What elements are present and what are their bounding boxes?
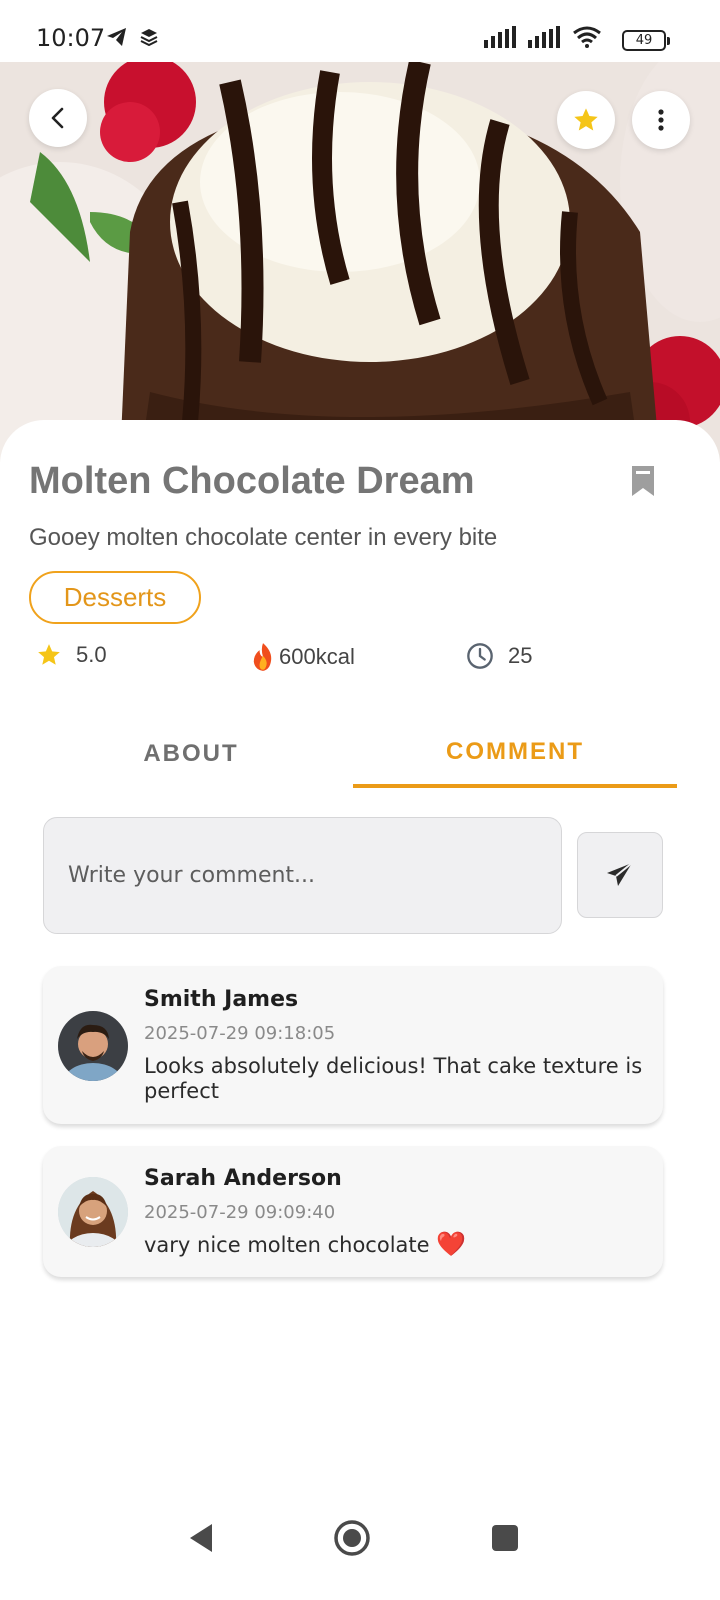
category-chip[interactable]: Desserts	[29, 571, 201, 624]
nav-back-icon	[190, 1524, 212, 1552]
comment-input-container	[43, 817, 562, 934]
tab-comment[interactable]: COMMENT	[353, 720, 677, 788]
time-value: 25	[508, 643, 533, 668]
recipe-title: Molten Chocolate Dream	[29, 460, 475, 502]
status-right-icons	[484, 26, 602, 48]
calories-value: 600kcal	[279, 644, 355, 669]
heart-emoji: ❤️	[436, 1230, 467, 1258]
system-nav-bar	[0, 1490, 720, 1600]
calories-stat: 600kcal	[249, 642, 355, 672]
bookmark-icon	[632, 466, 654, 496]
status-left-icons	[106, 27, 158, 47]
more-vert-icon	[658, 109, 664, 131]
comment-author: Sarah Anderson	[144, 1166, 342, 1191]
status-time: 10:07	[36, 24, 106, 52]
battery-icon: 49	[622, 30, 670, 51]
clock-icon	[467, 643, 493, 669]
send-icon	[607, 862, 633, 886]
fire-icon	[253, 643, 272, 671]
nav-home-icon	[334, 1520, 370, 1556]
send-comment-button[interactable]	[577, 832, 663, 918]
comment-input[interactable]	[68, 863, 537, 888]
star-icon	[574, 108, 598, 131]
telegram-icon	[107, 28, 126, 46]
comment-timestamp: 2025-07-29 09:09:40	[144, 1202, 336, 1223]
signal-icon	[484, 26, 516, 48]
rating-stat: 5.0	[36, 642, 107, 668]
nav-home-button[interactable]	[322, 1508, 382, 1568]
favorite-button[interactable]	[557, 91, 615, 149]
comment-text: Looks absolutely delicious! That cake te…	[144, 1054, 643, 1103]
recipe-sheet: Molten Chocolate Dream Gooey molten choc…	[0, 420, 720, 1600]
layers-icon	[140, 29, 158, 46]
comment-timestamp: 2025-07-29 09:18:05	[144, 1023, 336, 1044]
back-icon	[51, 107, 64, 129]
comment-text-body: vary nice molten chocolate	[144, 1233, 430, 1257]
avatar	[58, 1177, 128, 1247]
more-options-button[interactable]	[632, 91, 690, 149]
wifi-icon	[573, 26, 601, 48]
tab-about[interactable]: ABOUT	[29, 720, 353, 788]
signal-icon	[528, 26, 560, 48]
avatar-image	[58, 1177, 128, 1247]
nav-back-button[interactable]	[171, 1508, 231, 1568]
time-stat: 25	[466, 642, 532, 670]
rating-value: 5.0	[76, 642, 107, 667]
recipe-subtitle: Gooey molten chocolate center in every b…	[29, 524, 498, 551]
nav-recents-icon	[492, 1525, 518, 1551]
star-icon	[38, 644, 60, 665]
tab-bar: ABOUT COMMENT	[29, 720, 677, 788]
comment-author: Smith James	[144, 987, 299, 1012]
nav-recents-button[interactable]	[475, 1508, 535, 1568]
comment-text: vary nice molten chocolate ❤️	[144, 1232, 644, 1258]
avatar	[58, 1011, 128, 1081]
bookmark-button[interactable]	[630, 464, 656, 503]
avatar-image	[58, 1011, 128, 1081]
comment-card: Smith James 2025-07-29 09:18:05 Looks ab…	[43, 966, 663, 1124]
battery-level: 49	[635, 33, 653, 48]
back-button[interactable]	[29, 89, 87, 147]
comment-card: Sarah Anderson 2025-07-29 09:09:40 vary …	[43, 1146, 663, 1277]
status-bar: 10:07 49	[0, 0, 720, 62]
